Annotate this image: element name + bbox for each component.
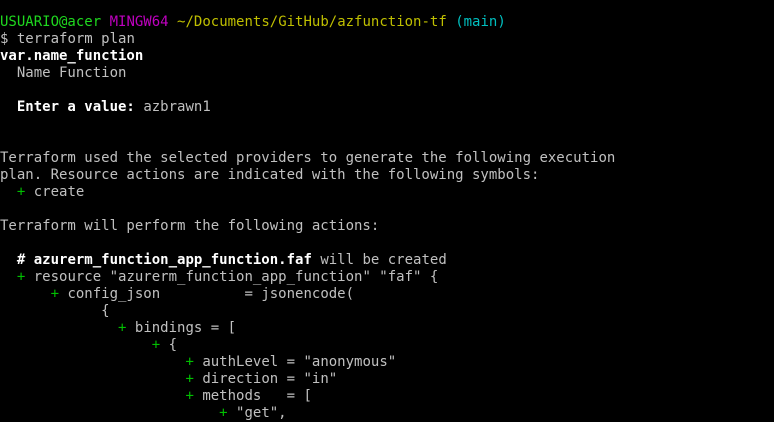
plus-symbol: +	[118, 320, 127, 336]
terminal-window[interactable]: USUARIO@acer MINGW64 ~/Documents/GitHub/…	[0, 0, 774, 421]
resource-comment-line: # azurerm_function_app_function.faf will…	[0, 252, 774, 269]
resource-declaration: resource "azurerm_function_app_function"…	[33, 269, 439, 285]
entered-value[interactable]: azbrawn1	[143, 99, 210, 115]
methods-line: + methods = [	[0, 388, 774, 405]
plus-symbol: +	[219, 405, 228, 421]
var-description: Name Function	[16, 65, 127, 81]
var-name: var.name_function	[0, 48, 144, 64]
enter-value-line[interactable]: Enter a value: azbrawn1	[0, 99, 774, 116]
prompt-user-host: USUARIO@acer	[0, 14, 102, 30]
plus-symbol: +	[16, 184, 26, 200]
auth-level-line: + authLevel = "anonymous"	[0, 354, 774, 371]
create-symbol-line: + create	[0, 184, 774, 201]
used-providers-text-1: Terraform used the selected providers to…	[0, 150, 616, 166]
plus-symbol: +	[185, 371, 194, 387]
binding-open-brace: {	[168, 337, 178, 353]
command-line: $ terraform plan	[0, 31, 774, 48]
bindings-text: bindings = [	[134, 320, 237, 336]
prompt-branch: (main)	[455, 14, 506, 30]
open-brace-line: {	[0, 303, 774, 320]
create-label: create	[33, 184, 85, 200]
direction-line: + direction = "in"	[0, 371, 774, 388]
plus-symbol: +	[50, 286, 60, 302]
var-name-line: var.name_function	[0, 48, 774, 65]
will-be-created-text: will be created	[320, 252, 447, 268]
open-brace: {	[101, 303, 110, 319]
used-providers-text-2: plan. Resource actions are indicated wit…	[0, 167, 540, 183]
get-method-text: "get",	[236, 405, 287, 421]
shell-prompt-line: USUARIO@acer MINGW64 ~/Documents/GitHub/…	[0, 14, 774, 31]
config-json-text: config_json = jsonencode(	[67, 286, 355, 302]
binding-open-line: + {	[0, 337, 774, 354]
direction-text: direction = "in"	[202, 371, 338, 387]
output-line: plan. Resource actions are indicated wit…	[0, 167, 774, 184]
prompt-system: MINGW64	[109, 14, 169, 30]
will-perform-text: Terraform will perform the following act…	[0, 218, 380, 234]
get-method-line: + "get",	[0, 405, 774, 422]
command-text: terraform plan	[16, 31, 135, 47]
bindings-line: + bindings = [	[0, 320, 774, 337]
auth-level-text: authLevel = "anonymous"	[202, 354, 397, 370]
var-description-line: Name Function	[0, 65, 774, 82]
plus-symbol: +	[16, 269, 26, 285]
config-json-line: + config_json = jsonencode(	[0, 286, 774, 303]
output-line: Terraform used the selected providers to…	[0, 150, 774, 167]
methods-text: methods = [	[202, 388, 312, 404]
prompt-dollar: $	[0, 31, 9, 47]
output-line: Terraform will perform the following act…	[0, 218, 774, 235]
plus-symbol: +	[185, 354, 194, 370]
resource-line: + resource "azurerm_function_app_functio…	[0, 269, 774, 286]
plus-symbol: +	[185, 388, 194, 404]
enter-value-label: Enter a value:	[16, 99, 135, 115]
comment-hash: #	[16, 252, 26, 268]
plus-symbol: +	[151, 337, 161, 353]
prompt-path: ~/Documents/GitHub/azfunction-tf	[177, 14, 447, 30]
resource-address: azurerm_function_app_function.faf	[33, 252, 312, 268]
